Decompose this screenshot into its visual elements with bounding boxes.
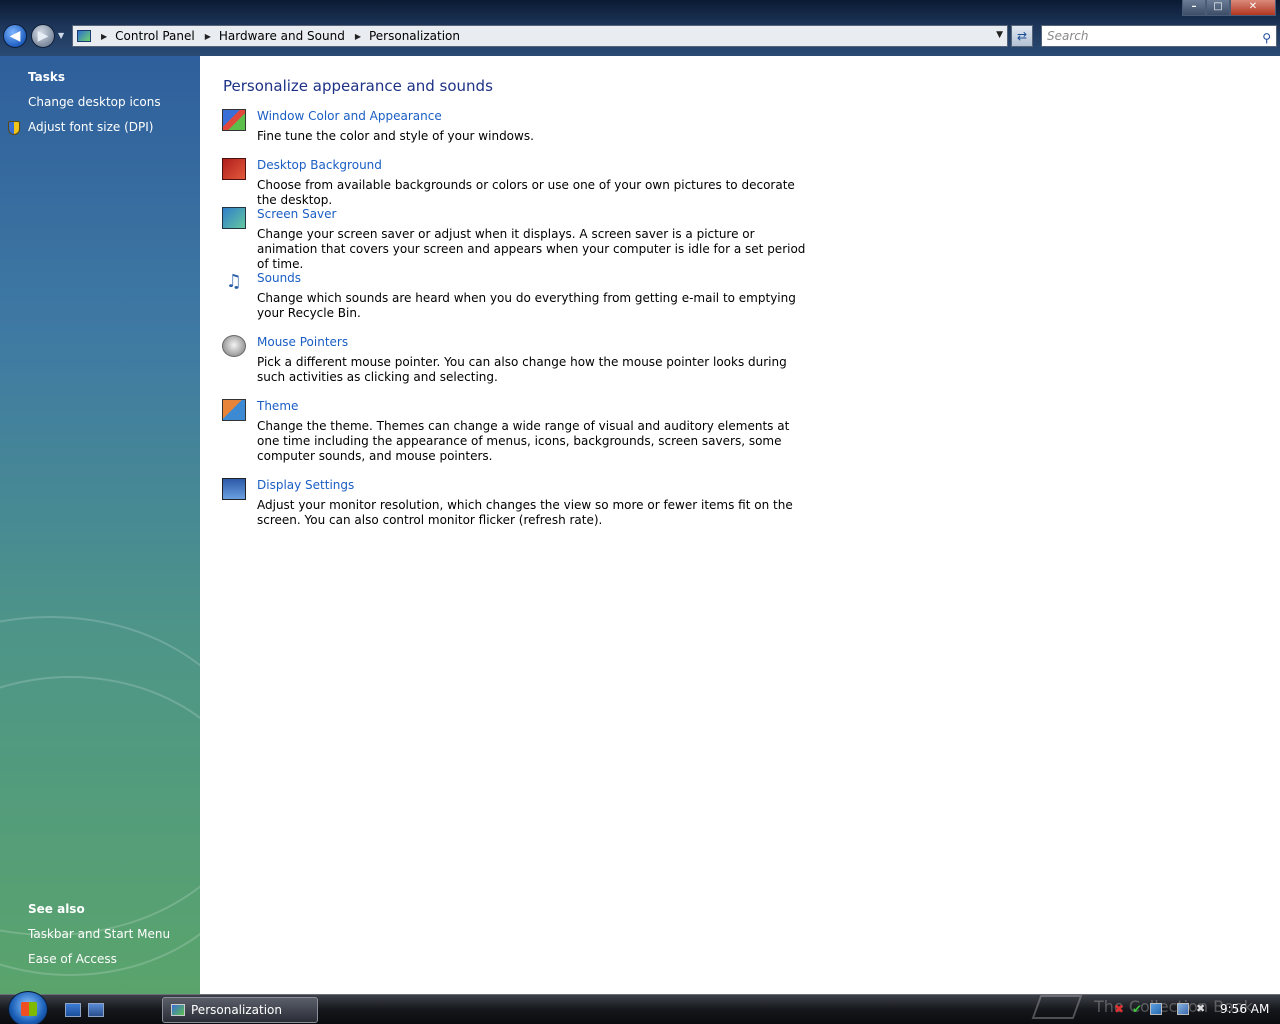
security-alert-icon[interactable]: ✖ xyxy=(1114,1003,1126,1015)
breadcrumb-personalization[interactable]: Personalization xyxy=(369,29,460,43)
page-title: Personalize appearance and sounds xyxy=(223,77,493,95)
window-titlebar: – □ ✕ ◀ ▶ ▼ ▶ Control Panel ▶ Hardware a… xyxy=(0,0,1280,56)
volume-muted-icon[interactable]: ✖ xyxy=(1196,1003,1208,1015)
mouse-pointers-icon[interactable] xyxy=(222,335,246,357)
adjust-font-size-link[interactable]: Adjust font size (DPI) xyxy=(28,120,153,134)
sounds-link[interactable]: Sounds xyxy=(257,271,301,285)
show-desktop-icon[interactable] xyxy=(65,1003,81,1017)
control-panel-icon xyxy=(171,1004,185,1016)
switch-windows-icon[interactable] xyxy=(88,1003,104,1017)
item-description: Adjust your monitor resolution, which ch… xyxy=(257,498,793,527)
display-settings-link[interactable]: Display Settings xyxy=(257,478,354,492)
theme-icon[interactable] xyxy=(222,399,246,421)
item-description: Change your screen saver or adjust when … xyxy=(257,227,806,271)
window-controls: – □ ✕ xyxy=(1182,0,1276,16)
breadcrumb-separator-icon[interactable]: ▶ xyxy=(355,32,361,41)
search-icon[interactable]: ⚲ xyxy=(1262,28,1271,48)
uac-shield-icon xyxy=(8,121,20,135)
item-description: Pick a different mouse pointer. You can … xyxy=(257,355,787,384)
ease-of-access-link[interactable]: Ease of Access xyxy=(28,952,117,966)
taskbar-button-personalization[interactable]: Personalization xyxy=(162,997,318,1023)
windows-logo-icon xyxy=(21,1002,37,1016)
maximize-button[interactable]: □ xyxy=(1206,0,1230,16)
desktop-background-icon[interactable] xyxy=(222,158,246,180)
task-pane: Tasks Change desktop icons Adjust font s… xyxy=(0,56,200,994)
start-button[interactable] xyxy=(8,991,48,1024)
search-placeholder: Search xyxy=(1047,29,1089,43)
window-color-link[interactable]: Window Color and Appearance xyxy=(257,109,442,123)
taskbar-start-menu-link[interactable]: Taskbar and Start Menu xyxy=(28,927,170,941)
item-description: Choose from available backgrounds or col… xyxy=(257,178,795,207)
sounds-icon[interactable]: ♫ xyxy=(222,271,246,293)
mouse-pointers-link[interactable]: Mouse Pointers xyxy=(257,335,348,349)
watermark-logo xyxy=(1031,995,1083,1019)
forward-arrow-icon: ▶ xyxy=(37,28,49,44)
window-color-icon[interactable] xyxy=(222,109,246,131)
control-panel-icon xyxy=(77,30,91,42)
back-arrow-icon: ◀ xyxy=(9,28,21,44)
item-description: Change which sounds are heard when you d… xyxy=(257,291,796,320)
address-dropdown-icon[interactable]: ▼ xyxy=(996,30,1003,40)
taskbar: Personalization The Collection Book ✖ ✔ … xyxy=(0,991,1280,1024)
desktop-background-link[interactable]: Desktop Background xyxy=(257,158,382,172)
see-also-heading: See also xyxy=(28,902,85,916)
item-description: Fine tune the color and style of your wi… xyxy=(257,129,534,143)
refresh-button[interactable]: ⇄ xyxy=(1011,25,1033,47)
network-status-icon[interactable] xyxy=(1177,1003,1189,1015)
search-input[interactable]: Search ⚲ xyxy=(1041,25,1277,47)
breadcrumb-control-panel[interactable]: Control Panel xyxy=(115,29,195,43)
address-bar[interactable]: ▶ Control Panel ▶ Hardware and Sound ▶ P… xyxy=(72,25,1008,47)
back-button[interactable]: ◀ xyxy=(3,24,27,48)
item-description: Change the theme. Themes can change a wi… xyxy=(257,419,790,463)
display-settings-icon[interactable] xyxy=(222,478,246,500)
recent-pages-dropdown[interactable]: ▼ xyxy=(58,31,64,40)
main-content: Personalize appearance and sounds Window… xyxy=(200,56,1280,994)
taskbar-button-label: Personalization xyxy=(191,1003,282,1017)
screen-saver-icon[interactable] xyxy=(222,207,246,229)
close-button[interactable]: ✕ xyxy=(1230,0,1276,16)
minimize-button[interactable]: – xyxy=(1182,0,1206,16)
breadcrumb-separator-icon[interactable]: ▶ xyxy=(205,32,211,41)
clock[interactable]: 9:56 AM xyxy=(1220,1002,1269,1016)
tasks-heading: Tasks xyxy=(28,70,66,84)
breadcrumb-separator-icon[interactable]: ▶ xyxy=(101,32,107,41)
breadcrumb-hardware-and-sound[interactable]: Hardware and Sound xyxy=(219,29,345,43)
forward-button[interactable]: ▶ xyxy=(31,24,55,48)
checkmark-icon[interactable]: ✔ xyxy=(1132,1003,1144,1015)
theme-link[interactable]: Theme xyxy=(257,399,298,413)
screen-saver-link[interactable]: Screen Saver xyxy=(257,207,336,221)
network-icon[interactable] xyxy=(1150,1003,1162,1015)
refresh-icon: ⇄ xyxy=(1016,29,1028,43)
change-desktop-icons-link[interactable]: Change desktop icons xyxy=(28,95,161,109)
